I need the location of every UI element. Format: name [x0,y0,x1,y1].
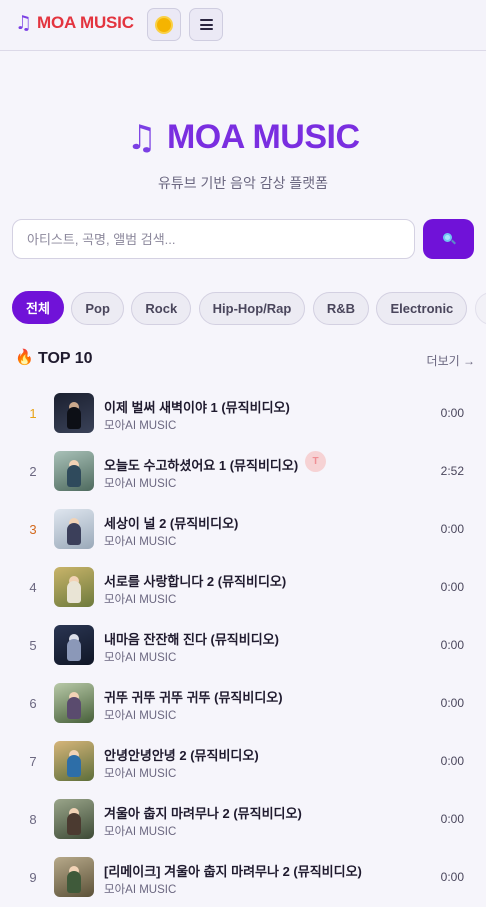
track-thumbnail[interactable] [54,741,94,781]
music-note-icon: ♫ [15,11,33,34]
track-thumbnail[interactable] [54,799,94,839]
track-duration: 0:00 [440,406,464,420]
theme-toggle-button[interactable] [147,8,181,41]
search-button[interactable] [423,219,474,259]
track-artist: 모아AI MUSIC [104,826,177,838]
track-duration: 2:52 [440,464,464,478]
fire-icon: 🔥 [15,348,34,366]
top-bar: ♫ MOA MUSIC [0,0,486,51]
track-row[interactable]: 4 서로를 사랑합니다 2 (뮤직비디오) 모아AI MUSIC 0:00 [0,559,486,617]
more-link[interactable]: 더보기 → [427,352,475,369]
top10-header: 🔥 TOP 10 더보기 → [15,349,475,371]
track-title[interactable]: 오늘도 수고하셨어요 1 (뮤직비디오) [104,455,298,474]
track-artist: 모아AI MUSIC [104,768,177,780]
track-duration: 0:00 [440,696,464,710]
track-artist: 모아AI MUSIC [104,478,177,490]
menu-button[interactable] [189,8,223,41]
section-title: TOP 10 [38,350,93,367]
track-title[interactable]: 이제 벌써 새벽이야 1 (뮤직비디오) [104,397,290,416]
track-row[interactable]: 3 세상이 널 2 (뮤직비디오) 모아AI MUSIC 0:00 [0,501,486,559]
brand-name: MOA MUSIC [37,13,134,32]
genre-filter-bar: 전체 Pop Rock Hip-Hop/Rap R&B Electronic J [12,291,486,325]
track-rank: 3 [29,522,37,537]
track-thumbnail[interactable] [54,625,94,665]
hamburger-icon [199,19,213,30]
track-rank: 6 [29,696,37,711]
tagline: 유튜브 기반 음악 감상 플랫폼 [157,175,329,191]
track-thumbnail[interactable] [54,451,94,491]
track-rank: 4 [29,580,37,595]
track-rank: 2 [29,464,37,479]
track-artist: 모아AI MUSIC [104,710,177,722]
genre-chip-rnb[interactable]: R&B [312,292,369,325]
track-thumbnail[interactable] [54,509,94,549]
track-row[interactable]: 2 오늘도 수고하셨어요 1 (뮤직비디오) T 모아AI MUSIC 2:52 [0,443,486,501]
track-title[interactable]: 서로를 사랑합니다 2 (뮤직비디오) [104,571,286,590]
track-thumbnail[interactable] [54,857,94,897]
track-row[interactable]: 6 귀뚜 귀뚜 귀뚜 귀뚜 (뮤직비디오) 모아AI MUSIC 0:00 [0,675,486,733]
track-title[interactable]: [리메이크] 겨울아 춥지 마려무나 2 (뮤직비디오) [104,861,362,880]
track-rank: 9 [29,870,37,885]
track-duration: 0:00 [440,812,464,826]
track-thumbnail[interactable] [54,393,94,433]
track-row[interactable]: 5 내마음 잔잔해 진다 (뮤직비디오) 모아AI MUSIC 0:00 [0,617,486,675]
track-rank: 1 [29,406,37,421]
track-rank: 8 [29,812,37,827]
track-rank: 7 [29,754,37,769]
genre-chip-j[interactable]: J [474,292,486,325]
search-icon [442,233,456,245]
hero-title: ♫ MOA MUSIC [0,118,486,157]
track-artist: 모아AI MUSIC [104,594,177,606]
track-duration: 0:00 [440,522,464,536]
track-title[interactable]: 세상이 널 2 (뮤직비디오) [104,513,238,532]
track-list: 1 이제 벌써 새벽이야 1 (뮤직비디오) 모아AI MUSIC 0:00 2… [0,385,486,907]
track-row[interactable]: 1 이제 벌써 새벽이야 1 (뮤직비디오) 모아AI MUSIC 0:00 [0,385,486,443]
track-artist: 모아AI MUSIC [104,652,177,664]
track-artist: 모아AI MUSIC [104,884,177,896]
track-row[interactable]: 8 겨울아 춥지 마려무나 2 (뮤직비디오) 모아AI MUSIC 0:00 [0,791,486,849]
track-rank: 5 [29,638,37,653]
music-note-icon: ♫ [126,117,157,158]
genre-chip-pop[interactable]: Pop [71,292,124,325]
track-duration: 0:00 [440,870,464,884]
track-thumbnail[interactable] [54,567,94,607]
track-artist: 모아AI MUSIC [104,536,177,548]
track-duration: 0:00 [440,580,464,594]
sun-icon [157,17,171,32]
track-badge: T [305,451,326,472]
track-title[interactable]: 귀뚜 귀뚜 귀뚜 귀뚜 (뮤직비디오) [104,687,283,706]
track-title[interactable]: 겨울아 춥지 마려무나 2 (뮤직비디오) [104,803,302,822]
genre-chip-rock[interactable]: Rock [131,292,192,325]
search-input[interactable] [12,219,415,259]
genre-chip-electronic[interactable]: Electronic [376,292,468,325]
track-duration: 0:00 [440,754,464,768]
track-thumbnail[interactable] [54,683,94,723]
track-row[interactable]: 7 안녕안녕안녕 2 (뮤직비디오) 모아AI MUSIC 0:00 [0,733,486,791]
genre-chip-hiphop[interactable]: Hip-Hop/Rap [198,292,306,325]
track-duration: 0:00 [440,638,464,652]
track-title[interactable]: 내마음 잔잔해 진다 (뮤직비디오) [104,629,279,648]
brand-logo[interactable]: ♫ MOA MUSIC [15,13,134,33]
track-artist: 모아AI MUSIC [104,420,177,432]
genre-chip-all[interactable]: 전체 [12,291,64,324]
track-row[interactable]: 9 [리메이크] 겨울아 춥지 마려무나 2 (뮤직비디오) 모아AI MUSI… [0,849,486,907]
track-title[interactable]: 안녕안녕안녕 2 (뮤직비디오) [104,745,259,764]
hero-title-text: MOA MUSIC [166,118,360,156]
